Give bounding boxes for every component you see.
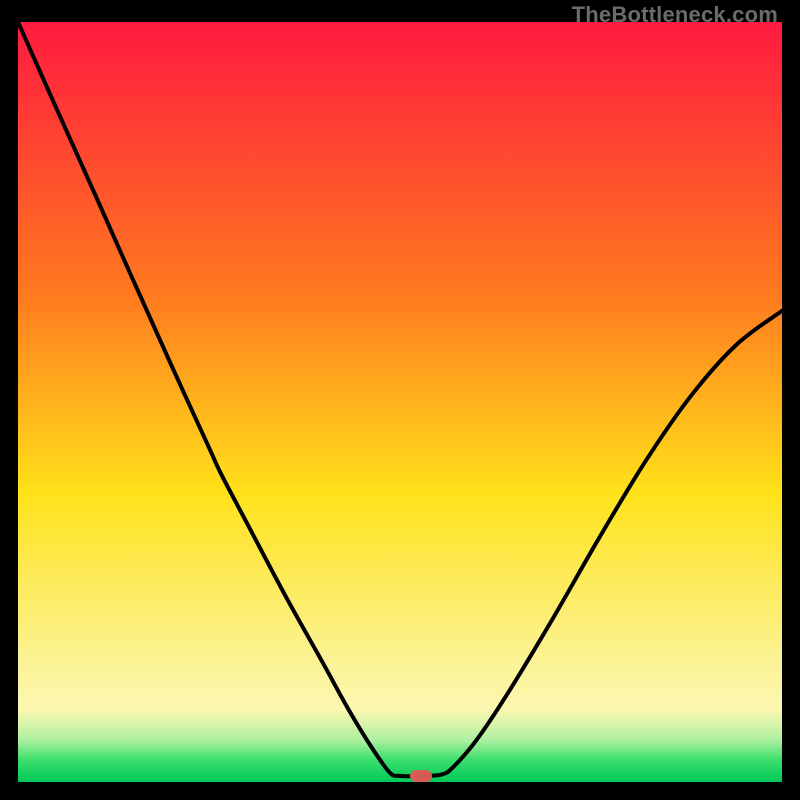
bottleneck-chart [18,22,782,782]
chart-frame: TheBottleneck.com [0,0,800,800]
watermark-text: TheBottleneck.com [572,2,778,28]
gradient-background [18,22,782,782]
optimal-point-marker [410,770,432,782]
